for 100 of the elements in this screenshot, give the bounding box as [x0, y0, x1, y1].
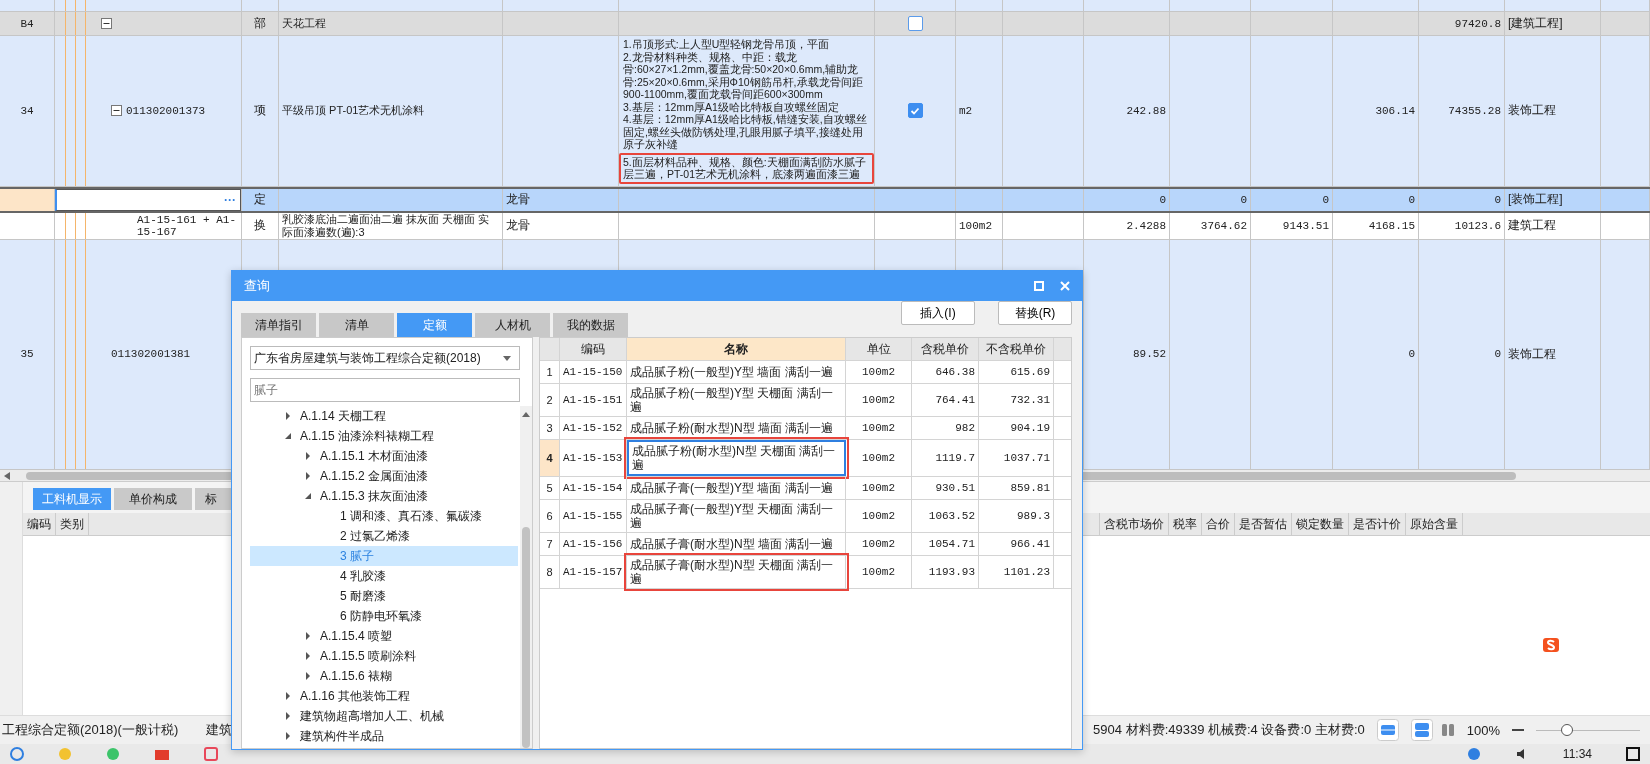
column-header[interactable]: 含税单价 [912, 338, 979, 360]
collapsed-arrow-icon[interactable] [304, 632, 312, 640]
expanded-arrow-icon[interactable] [304, 492, 312, 500]
quota-code: A1-15-157 [560, 556, 627, 588]
close-icon[interactable] [1060, 281, 1070, 291]
tree-item[interactable]: A.1.15.6 裱糊 [250, 666, 518, 686]
dialog-title: 查询 [244, 277, 271, 295]
tree-label: 2 过氯乙烯漆 [340, 527, 410, 545]
input-method-icon[interactable] [1542, 637, 1560, 653]
collapsed-arrow-icon[interactable] [284, 412, 292, 420]
tree-item[interactable]: A.1.15.5 喷刷涂料 [250, 646, 518, 666]
price-text: 646.38 [912, 361, 979, 383]
dialog-tab[interactable]: 人材机 [475, 313, 550, 337]
notification-icon[interactable] [1626, 747, 1640, 761]
scroll-up-icon[interactable] [522, 412, 530, 417]
app-icon[interactable] [154, 747, 170, 761]
code-input-field[interactable]: ··· [55, 188, 241, 211]
column-header[interactable]: 单位 [846, 338, 912, 360]
table-row[interactable] [0, 36, 1650, 187]
tree-item[interactable]: A.1.15.1 木材面油漆 [250, 446, 518, 466]
layout-icon[interactable] [1376, 719, 1399, 741]
tree-item[interactable]: A.1.16 其他装饰工程 [250, 686, 518, 706]
row-number: B4 [20, 17, 34, 30]
tree-item[interactable]: 4 乳胶漆 [250, 566, 518, 586]
price-text: 732.31 [979, 384, 1054, 416]
dialog-button[interactable]: 替换(R) [998, 301, 1072, 325]
price-text: 859.81 [979, 477, 1054, 499]
dialog-button[interactable]: 插入(I) [901, 301, 975, 325]
dialog-tab[interactable]: 清单 [319, 313, 394, 337]
library-dropdown[interactable]: 广东省房屋建筑与装饰工程综合定额(2018) [250, 346, 520, 370]
table-row[interactable]: A1-15-161 + A1-15-167 换 乳胶漆底油二遍面油二遍 抹灰面 天棚面 实际面漆遍数(遍):3 龙骨 100m2 2.4288 3764.62 9143.51 4168.15 10123.6 建筑工程 [0, 212, 1650, 240]
more-button[interactable]: ··· [220, 192, 240, 207]
collapsed-arrow-icon[interactable] [304, 672, 312, 680]
dialog-tab[interactable]: 我的数据 [553, 313, 628, 337]
search-field[interactable]: 腻子 [250, 378, 520, 402]
table-row[interactable]: B4 部 天花工程 97420.8 [建筑工程] [0, 12, 1650, 36]
collapsed-arrow-icon[interactable] [284, 712, 292, 720]
quota-name[interactable]: 成品腻子膏(耐水型)N型 天棚面 满刮一遍 [627, 556, 846, 588]
row-number: 4 [540, 440, 560, 476]
quota-name[interactable]: 成品腻子粉(耐水型)N型 墙面 满刮一遍 [627, 417, 846, 439]
number-cell: 74355.28 [1448, 104, 1501, 117]
collapse-icon[interactable] [111, 105, 122, 117]
status-text: 建筑 [206, 721, 233, 739]
clock-time[interactable]: 11:34 [1562, 747, 1592, 761]
table-row[interactable]: ··· 定 龙骨 0 0 0 0 0 [装饰工程] [0, 186, 1650, 213]
collapsed-arrow-icon[interactable] [304, 652, 312, 660]
dialog-tab[interactable]: 清单指引 [241, 313, 316, 337]
dropdown-caret-icon[interactable] [503, 355, 511, 361]
table-cell: 龙骨 [506, 191, 530, 208]
item-name: 乳胶漆底油二遍面油二遍 抹灰面 天棚面 实际面漆遍数(遍):3 [282, 212, 491, 239]
expanded-arrow-icon[interactable] [284, 432, 292, 440]
quota-name[interactable]: 成品腻子膏(一般型)Y型 墙面 满刮一遍 [627, 477, 846, 499]
column-header: 税率 [1169, 513, 1202, 535]
vertical-scrollbar[interactable] [520, 406, 532, 748]
tree-item[interactable]: A.1.15.3 抹灰面油漆 [250, 486, 518, 506]
scroll-left-icon[interactable] [4, 471, 10, 480]
tree-item[interactable]: 5 耐磨漆 [250, 586, 518, 606]
tree-label: A.1.16 其他装饰工程 [300, 687, 411, 705]
unit-text: 100m2 [846, 533, 912, 555]
maximize-icon[interactable] [1034, 281, 1044, 291]
unit-text: 100m2 [846, 417, 912, 439]
tree-item[interactable]: 建筑物超高增加人工、机械 [250, 706, 518, 726]
tree-item[interactable]: 6 防静电环氧漆 [250, 606, 518, 626]
tree-item[interactable]: A.1.14 天棚工程 [250, 406, 518, 426]
quota-code: A1-15-153 [560, 440, 627, 476]
slider-thumb[interactable] [1561, 724, 1574, 736]
columns-icon[interactable] [1440, 723, 1455, 737]
category-text: 装饰工程 [1508, 102, 1556, 120]
tree-label: 3 腻子 [340, 547, 374, 565]
scrollbar-thumb[interactable] [522, 527, 530, 748]
feature-text: 1.吊顶形式:上人型U型轻钢龙骨吊顶，平面 [623, 38, 831, 51]
column-header[interactable]: 名称 [627, 338, 846, 360]
tree-item[interactable]: 1 调和漆、真石漆、氟碳漆 [250, 506, 518, 526]
collapsed-arrow-icon[interactable] [304, 452, 312, 460]
tree-label: 1 调和漆、真石漆、氟碳漆 [340, 507, 482, 525]
unit-text: 100m2 [846, 556, 912, 588]
quota-name[interactable]: 成品腻子粉(耐水型)N型 天棚面 满刮一遍 [627, 440, 846, 476]
number-cell: 0 [1240, 193, 1247, 206]
tree-item[interactable]: A.1.15 油漆涂料裱糊工程 [250, 426, 518, 446]
collapsed-arrow-icon[interactable] [304, 472, 312, 480]
app-icon[interactable] [204, 747, 218, 761]
checkbox[interactable] [907, 16, 923, 31]
collapsed-arrow-icon[interactable] [284, 692, 292, 700]
collapse-icon[interactable] [101, 18, 112, 29]
tree-item[interactable]: A.1.15.4 喷塑 [250, 626, 518, 646]
tree-label: 4 乳胶漆 [340, 567, 386, 585]
quota-name[interactable]: 成品腻子膏(耐水型)N型 墙面 满刮一遍 [627, 533, 846, 555]
zoom-out-icon[interactable] [1512, 728, 1524, 732]
collapsed-arrow-icon[interactable] [284, 732, 292, 740]
layout-icon[interactable] [1410, 719, 1433, 741]
quota-name[interactable]: 成品腻子粉(一般型)Y型 墙面 满刮一遍 [627, 361, 846, 383]
checkbox[interactable] [907, 103, 923, 119]
tree-item[interactable]: 建筑构件半成品 [250, 726, 518, 746]
column-header: 是否计价 [1349, 513, 1406, 535]
panel-tab[interactable]: 单价构成 [114, 488, 192, 510]
quota-name[interactable]: 成品腻子粉(一般型)Y型 天棚面 满刮一遍 [627, 384, 846, 416]
tree-item[interactable]: 2 过氯乙烯漆 [250, 526, 518, 546]
quota-name[interactable]: 成品腻子膏(一般型)Y型 天棚面 满刮一遍 [627, 500, 846, 532]
column-header[interactable]: 不含税单价 [979, 338, 1054, 360]
column-header: 原始含量 [1406, 513, 1463, 535]
